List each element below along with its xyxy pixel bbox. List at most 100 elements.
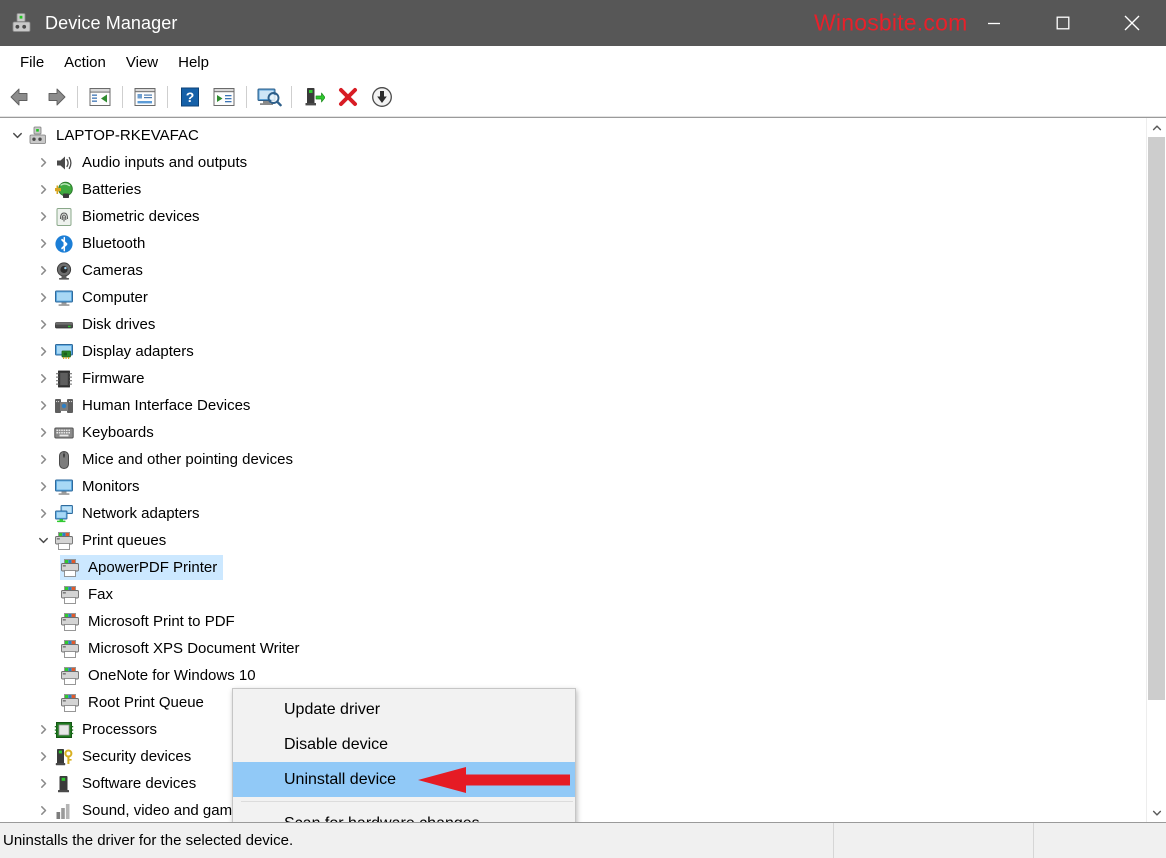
chevron-up-icon bbox=[1152, 124, 1161, 130]
tree-row[interactable]: ApowerPDF Printer bbox=[0, 554, 1146, 581]
show-hidden-button[interactable] bbox=[209, 82, 239, 112]
question-mark-icon: ? bbox=[181, 87, 199, 107]
keyboard-icon bbox=[54, 427, 74, 438]
scrollbar-thumb[interactable] bbox=[1148, 137, 1165, 700]
chevron-right-icon[interactable] bbox=[32, 508, 54, 519]
scrollbar-track[interactable] bbox=[1147, 137, 1166, 803]
scroll-up-button[interactable] bbox=[1147, 118, 1166, 137]
update-driver-button[interactable] bbox=[299, 82, 329, 112]
toolbar-separator-5 bbox=[291, 86, 292, 108]
tree-row[interactable]: Audio inputs and outputs bbox=[0, 149, 1146, 176]
svg-text:?: ? bbox=[186, 89, 195, 105]
menu-help[interactable]: Help bbox=[168, 51, 219, 74]
properties-window-icon bbox=[134, 88, 156, 106]
status-message: Uninstalls the driver for the selected d… bbox=[3, 832, 294, 849]
device-update-icon bbox=[305, 88, 325, 106]
chevron-right-icon[interactable] bbox=[32, 319, 54, 330]
tree-row[interactable]: Display adapters bbox=[0, 338, 1146, 365]
printer-icon bbox=[61, 693, 79, 712]
chevron-right-icon[interactable] bbox=[32, 211, 54, 222]
chevron-right-icon[interactable] bbox=[32, 481, 54, 492]
chevron-right-icon[interactable] bbox=[32, 265, 54, 276]
chevron-down-icon[interactable] bbox=[6, 130, 28, 141]
chevron-right-icon[interactable] bbox=[32, 778, 54, 789]
forward-button[interactable] bbox=[40, 82, 70, 112]
tree-row[interactable]: Mice and other pointing devices bbox=[0, 446, 1146, 473]
chevron-right-icon[interactable] bbox=[32, 184, 54, 195]
chevron-right-icon[interactable] bbox=[32, 427, 54, 438]
chevron-down-icon bbox=[1152, 810, 1161, 816]
tree-row[interactable]: Biometric devices bbox=[0, 203, 1146, 230]
tree-row[interactable]: OneNote for Windows 10 bbox=[0, 662, 1146, 689]
chevron-right-icon[interactable] bbox=[32, 346, 54, 357]
menu-action[interactable]: Action bbox=[54, 51, 116, 74]
chevron-right-icon[interactable] bbox=[32, 751, 54, 762]
tree-row-label: Root Print Queue bbox=[88, 694, 204, 711]
device-manager-window: Device Manager Winosbite.com File Action… bbox=[0, 0, 1166, 858]
chevron-right-icon[interactable] bbox=[32, 292, 54, 303]
content-area: LAPTOP-RKEVAFAC Audio inputs and outputs bbox=[0, 117, 1166, 822]
tree-row[interactable]: LAPTOP-RKEVAFAC bbox=[0, 122, 1146, 149]
status-pane-2 bbox=[833, 823, 1033, 858]
disable-device-button[interactable] bbox=[367, 82, 397, 112]
display-adapter-icon bbox=[55, 343, 73, 359]
close-button[interactable] bbox=[1097, 0, 1166, 46]
chevron-right-icon[interactable] bbox=[32, 238, 54, 249]
chevron-right-icon[interactable] bbox=[32, 400, 54, 411]
tree-row[interactable]: Network adapters bbox=[0, 500, 1146, 527]
chevron-right-icon[interactable] bbox=[32, 454, 54, 465]
tree-row[interactable]: Microsoft Print to PDF bbox=[0, 608, 1146, 635]
monitor-icon bbox=[55, 290, 73, 306]
chevron-right-icon[interactable] bbox=[32, 724, 54, 735]
scroll-down-button[interactable] bbox=[1147, 803, 1166, 822]
security-device-icon bbox=[55, 748, 73, 765]
tree-row[interactable]: Fax bbox=[0, 581, 1146, 608]
tree-row-label: Audio inputs and outputs bbox=[82, 154, 248, 171]
processor-icon bbox=[54, 721, 74, 738]
vertical-scrollbar[interactable] bbox=[1146, 118, 1166, 822]
chevron-right-icon[interactable] bbox=[32, 157, 54, 168]
uninstall-device-button[interactable] bbox=[333, 82, 363, 112]
tree-row[interactable]: Cameras bbox=[0, 257, 1146, 284]
tree-row[interactable]: Human Interface Devices bbox=[0, 392, 1146, 419]
tree-row[interactable]: Bluetooth bbox=[0, 230, 1146, 257]
tree-row[interactable]: Print queues bbox=[0, 527, 1146, 554]
speaker-icon bbox=[57, 156, 72, 169]
menu-bar: File Action View Help bbox=[0, 46, 1166, 78]
tree-row[interactable]: Batteries bbox=[0, 176, 1146, 203]
menu-file[interactable]: File bbox=[10, 51, 54, 74]
device-tree[interactable]: LAPTOP-RKEVAFAC Audio inputs and outputs bbox=[0, 118, 1146, 822]
tree-row-label: Software devices bbox=[82, 775, 197, 792]
watermark-text: Winosbite.com bbox=[814, 9, 968, 36]
context-menu-item-uninstall-device[interactable]: Uninstall device bbox=[233, 762, 575, 797]
chevron-right-icon[interactable] bbox=[32, 805, 54, 816]
computer-root-icon bbox=[29, 126, 46, 144]
context-menu: Update driver Disable device Uninstall d… bbox=[232, 688, 576, 822]
tree-row[interactable]: Microsoft XPS Document Writer bbox=[0, 635, 1146, 662]
tree-row[interactable]: Firmware bbox=[0, 365, 1146, 392]
menu-view[interactable]: View bbox=[116, 51, 168, 74]
scan-hardware-button[interactable] bbox=[254, 82, 284, 112]
tree-row[interactable]: Monitors bbox=[0, 473, 1146, 500]
tree-row-label: Mice and other pointing devices bbox=[82, 451, 293, 468]
red-x-icon bbox=[339, 88, 357, 106]
chevron-right-icon[interactable] bbox=[32, 373, 54, 384]
network-adapter-icon bbox=[55, 504, 73, 522]
chevron-down-icon[interactable] bbox=[32, 535, 54, 546]
tree-row[interactable]: Keyboards bbox=[0, 419, 1146, 446]
tree-row-label: LAPTOP-RKEVAFAC bbox=[56, 127, 199, 144]
back-button[interactable] bbox=[6, 82, 36, 112]
printer-icon bbox=[61, 639, 79, 658]
tree-row[interactable]: Computer bbox=[0, 284, 1146, 311]
context-menu-item-scan-for-hardware-changes[interactable]: Scan for hardware changes bbox=[233, 806, 575, 823]
help-button[interactable]: ? bbox=[175, 82, 205, 112]
context-menu-item-update-driver[interactable]: Update driver bbox=[233, 692, 575, 727]
up-one-level-button[interactable] bbox=[85, 82, 115, 112]
context-menu-item-disable-device[interactable]: Disable device bbox=[233, 727, 575, 762]
maximize-button[interactable] bbox=[1028, 0, 1097, 46]
properties-button[interactable] bbox=[130, 82, 160, 112]
camera-icon bbox=[56, 261, 72, 280]
tree-row[interactable]: Disk drives bbox=[0, 311, 1146, 338]
context-menu-item-label: Update driver bbox=[284, 700, 381, 718]
minimize-button[interactable] bbox=[959, 0, 1028, 46]
